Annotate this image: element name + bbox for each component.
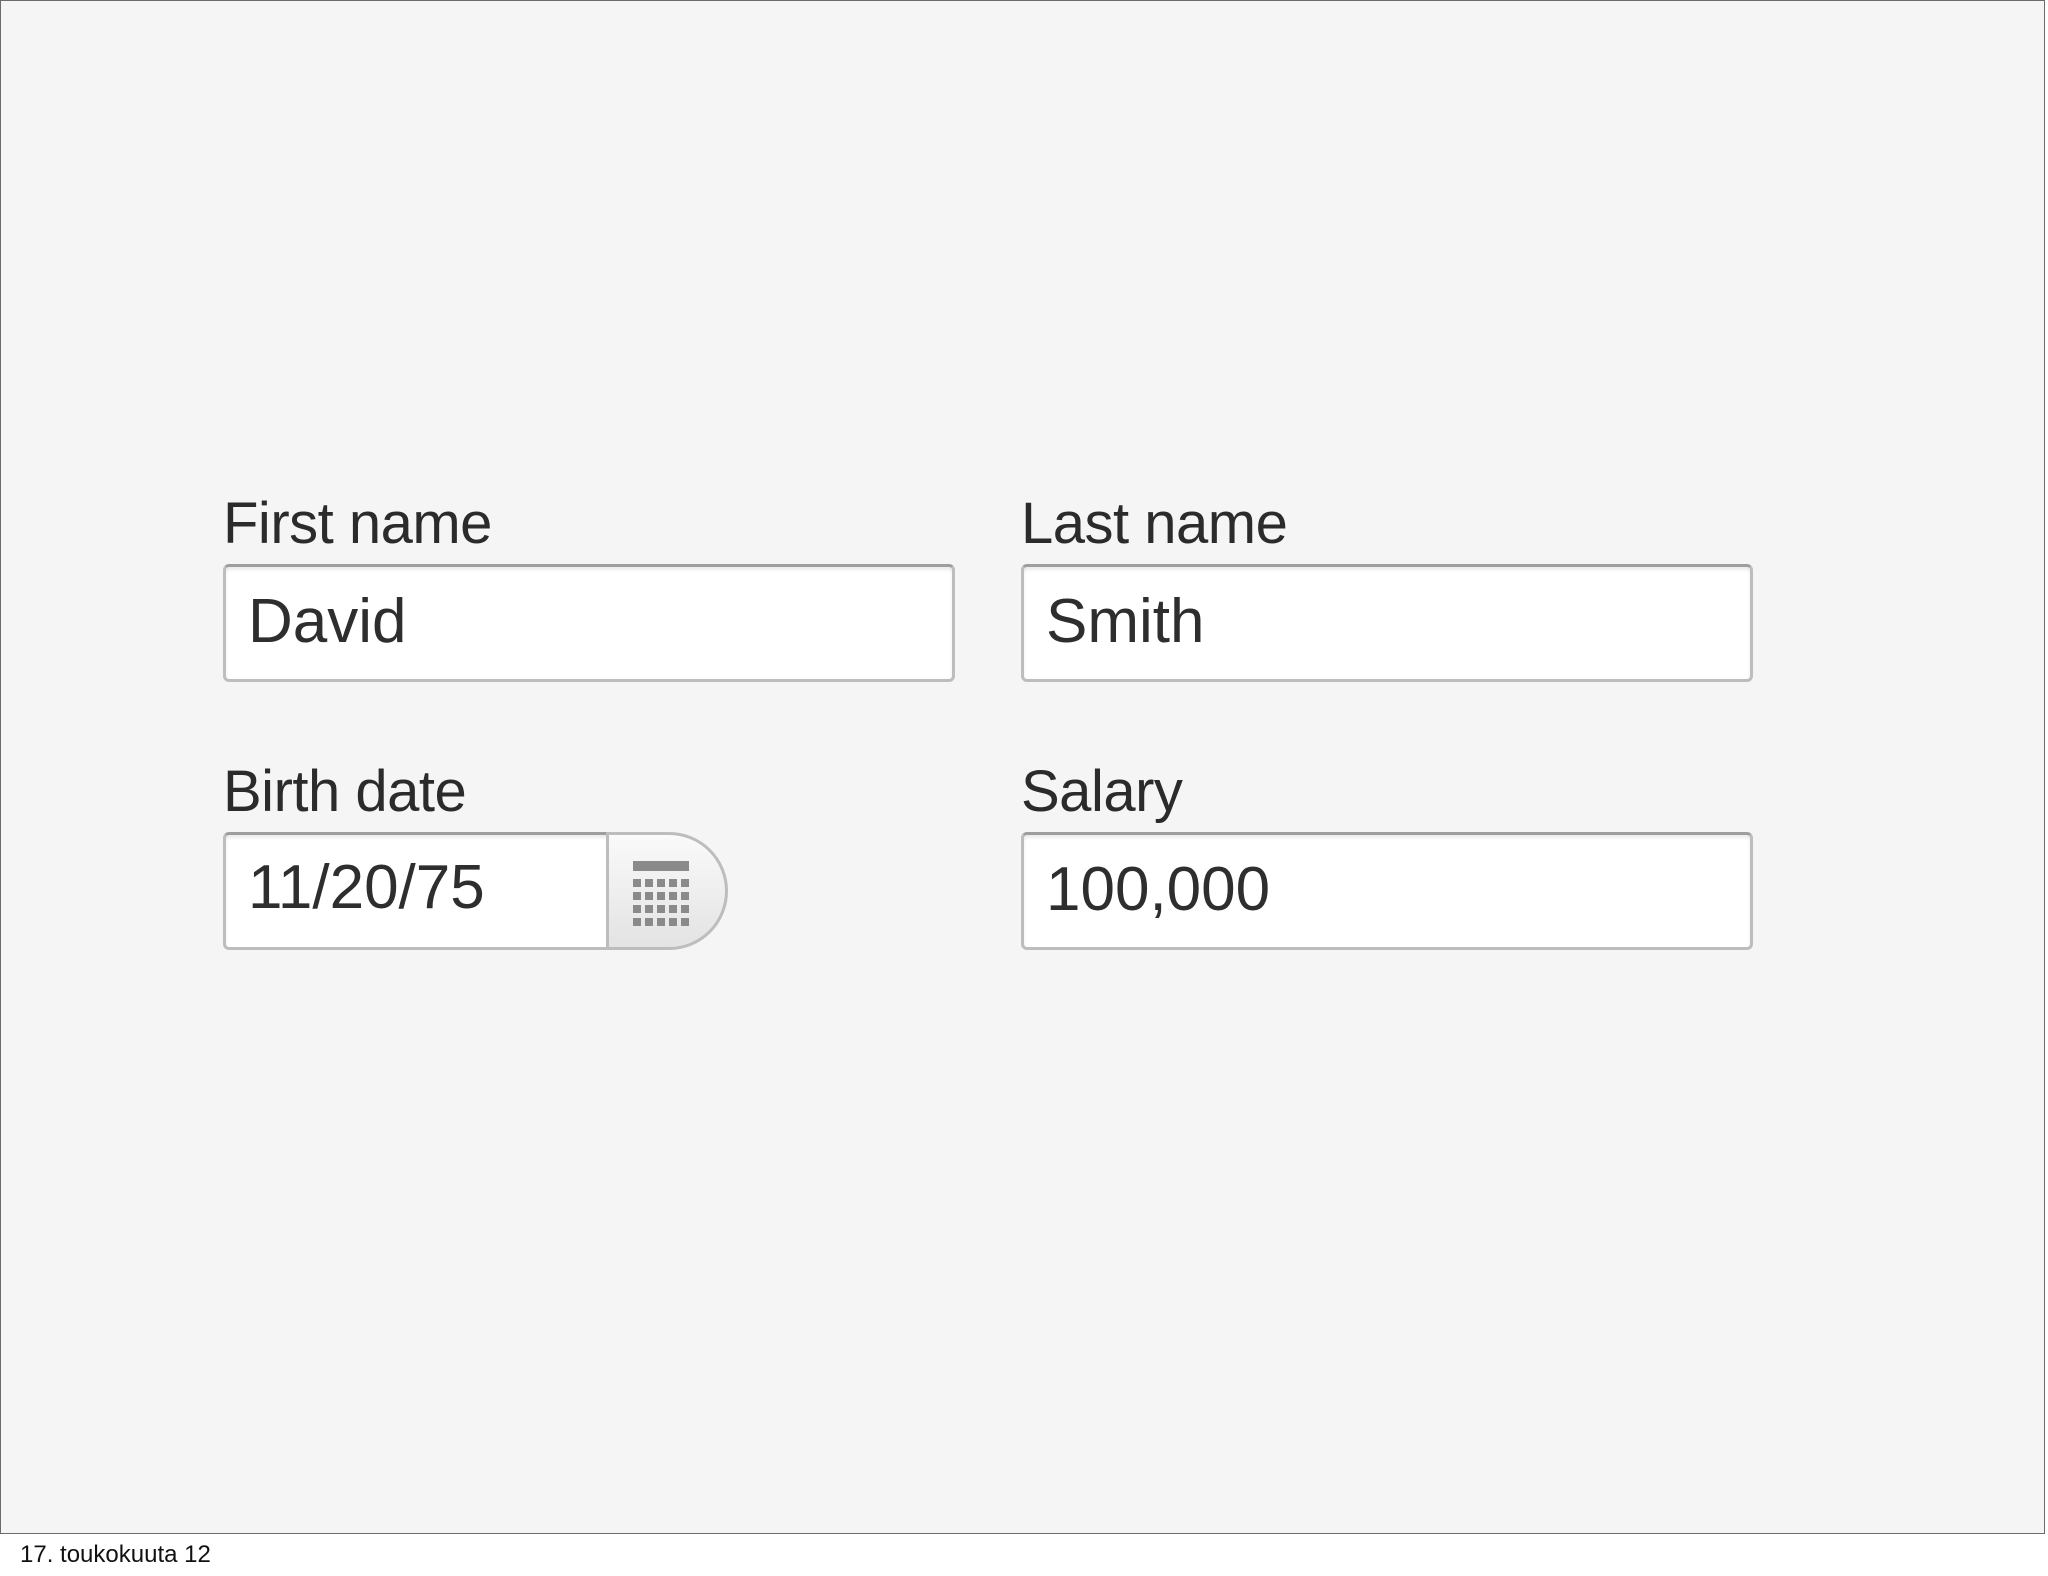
last-name-label: Last name bbox=[1021, 491, 1288, 556]
first-name-value: David bbox=[248, 587, 407, 656]
birth-date-picker: 11/20/75 bbox=[223, 832, 733, 950]
first-name-field[interactable]: David bbox=[223, 564, 955, 682]
slide-canvas: First name David Last name Smith Birth d… bbox=[0, 0, 2045, 1534]
birth-date-label: Birth date bbox=[223, 759, 467, 824]
birth-date-field[interactable]: 11/20/75 bbox=[223, 832, 609, 950]
last-name-value: Smith bbox=[1046, 587, 1205, 656]
footer-date: 17. toukokuuta 12 bbox=[20, 1541, 211, 1568]
salary-label: Salary bbox=[1021, 759, 1183, 824]
last-name-field[interactable]: Smith bbox=[1021, 564, 1753, 682]
salary-value: 100,000 bbox=[1046, 855, 1271, 924]
first-name-label: First name bbox=[223, 491, 492, 556]
calendar-button[interactable] bbox=[606, 832, 728, 950]
birth-date-value: 11/20/75 bbox=[248, 853, 485, 922]
salary-field[interactable]: 100,000 bbox=[1021, 832, 1753, 950]
calendar-icon bbox=[633, 861, 689, 926]
